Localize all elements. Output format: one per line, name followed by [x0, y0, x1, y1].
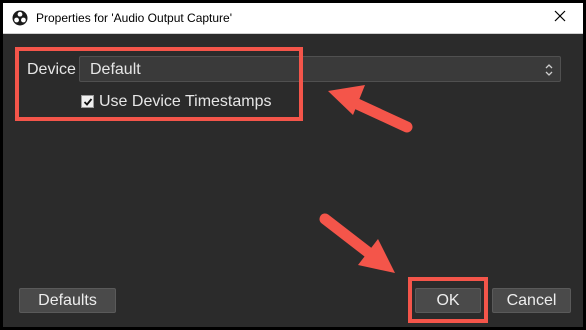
arrow-to-ok-icon — [319, 213, 395, 273]
annotation-arrows — [319, 85, 413, 273]
arrow-to-device-icon — [328, 85, 413, 133]
properties-dialog: Properties for 'Audio Output Capture' De… — [0, 0, 586, 330]
